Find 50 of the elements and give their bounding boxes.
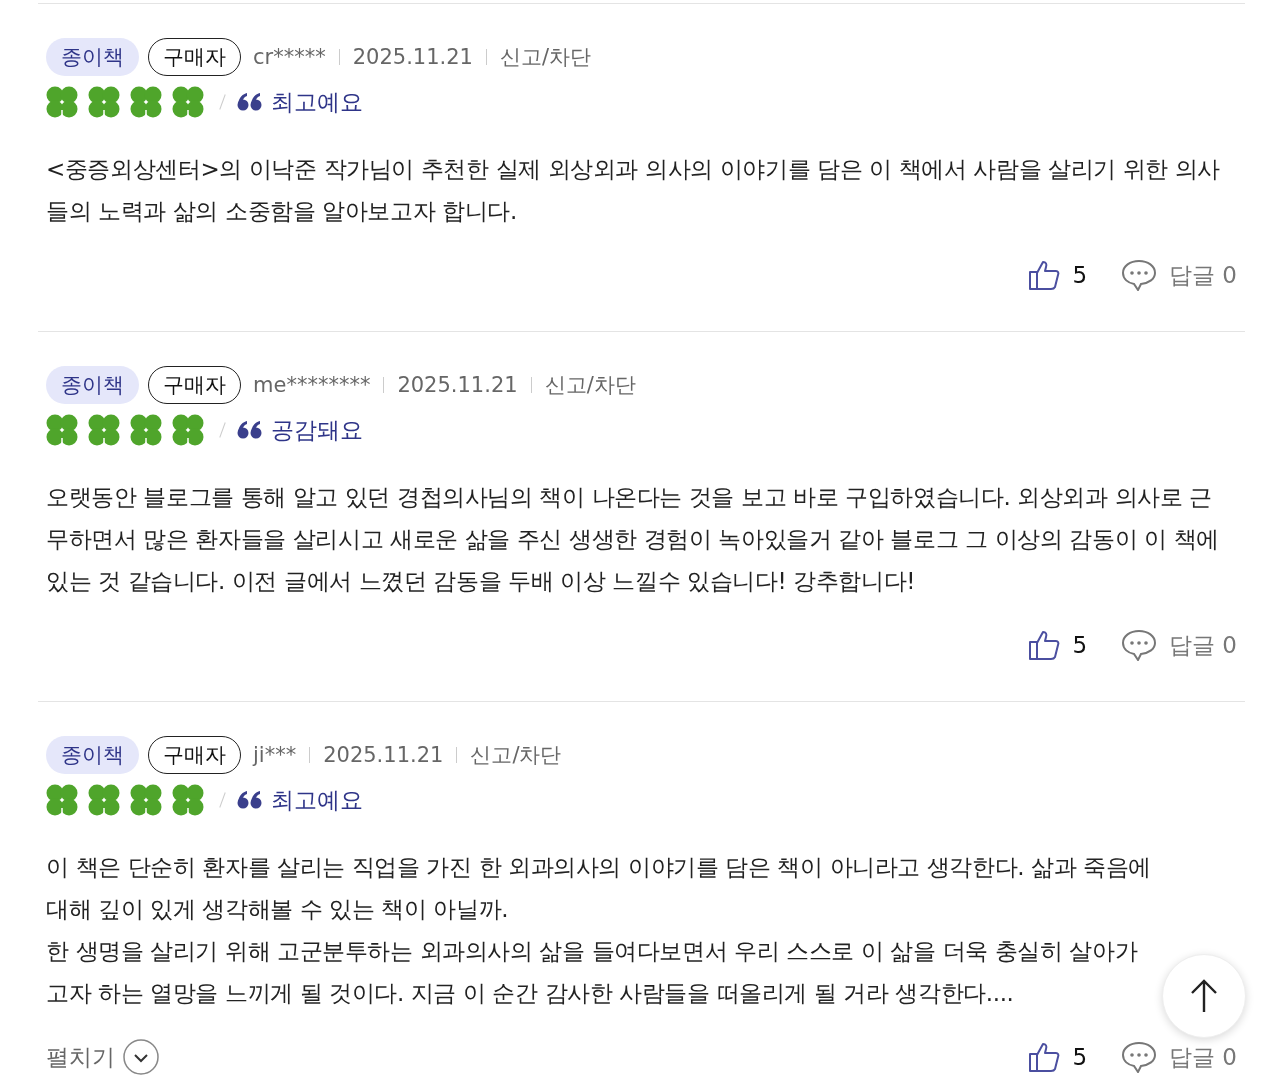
- format-badge: 종이책: [46, 38, 139, 76]
- clover-icon: [130, 414, 162, 446]
- clover-icon: [172, 414, 204, 446]
- scroll-top-button[interactable]: [1162, 954, 1246, 1038]
- reply-button[interactable]: 답글 0: [1121, 1041, 1237, 1073]
- review-date: 2025.11.21: [323, 743, 444, 767]
- report-link[interactable]: 신고/차단: [470, 741, 562, 769]
- quote-icon: [237, 92, 263, 112]
- review-tag: 공감돼요: [271, 414, 363, 446]
- user-id: cr*****: [253, 45, 326, 69]
- review-date: 2025.11.21: [397, 373, 518, 397]
- review-tag: 최고예요: [271, 784, 363, 816]
- chevron-down-icon: [123, 1039, 159, 1075]
- clover-icon: [88, 784, 120, 816]
- user-id: ji***: [253, 743, 297, 767]
- clover-icon: [88, 414, 120, 446]
- clover-icon: [46, 414, 78, 446]
- user-id: me********: [253, 373, 371, 397]
- review-text: 오랫동안 블로그를 통해 알고 있던 경첩의사님의 책이 나온다는 것을 보고 바로 구입하였습니다. 외상외과 의사로 근무하면서 많은 환자들을 살리시고 새로운 삶을 주신 생생한 경험이 녹아있을거 같아 블로그 그 이상의 감동이 이 책에 있는 것 같습니다. 이전 글에서 느꼈던 감동을 두배 이상 느낄수 있습니다! 강추합니다!: [46, 483, 1220, 596]
- expand-button[interactable]: 펼치기: [46, 1039, 159, 1075]
- reply-button[interactable]: 답글 0: [1121, 629, 1237, 661]
- speech-bubble-icon: [1121, 1041, 1158, 1073]
- clover-icon: [172, 86, 204, 118]
- review-text: 이 책은 단순히 환자를 살리는 직업을 가진 한 외과의사의 이야기를 담은 책이 아니라고 생각한다. 삶과 죽음에 대해 깊이 있게 생각해볼 수 있는 책이 아닐까.: [46, 853, 1151, 924]
- like-button[interactable]: 5: [1028, 260, 1088, 290]
- report-link[interactable]: 신고/차단: [544, 371, 636, 399]
- arrow-up-icon: [1189, 978, 1219, 1014]
- clover-icon: [130, 86, 162, 118]
- speech-bubble-icon: [1121, 259, 1158, 291]
- like-button[interactable]: 5: [1028, 1042, 1088, 1072]
- clover-icon: [88, 86, 120, 118]
- review-text: <중증외상센터>의 이낙준 작가님이 추천한 실제 외상외과 의사의 이야기를 담은 이 책에서 사람을 살리기 위한 의사들의 노력과 삶의 소중함을 알아보고자 합니다.: [46, 155, 1222, 226]
- format-badge: 종이책: [46, 366, 139, 404]
- clover-icon: [172, 784, 204, 816]
- review-text: 한 생명을 살리기 위해 고군분투하는 외과의사의 삶을 들여다보면서 우리 스스로 이 삶을 더욱 충실히 살아가고자 하는 열망을 느끼게 될 것이다. 지금 이 순간 감사한 사람들을 떠올리게 될 거라 생각한다....: [46, 937, 1139, 1008]
- thumbs-up-icon: [1028, 1042, 1061, 1072]
- quote-icon: [237, 420, 263, 440]
- reply-button[interactable]: 답글 0: [1121, 259, 1237, 291]
- review-date: 2025.11.21: [352, 45, 473, 69]
- report-link[interactable]: 신고/차단: [499, 43, 591, 71]
- speech-bubble-icon: [1121, 629, 1158, 661]
- format-badge: 종이책: [46, 736, 139, 774]
- like-button[interactable]: 5: [1028, 630, 1088, 660]
- clover-icon: [46, 86, 78, 118]
- thumbs-up-icon: [1028, 260, 1061, 290]
- review-tag: 최고예요: [271, 86, 363, 118]
- clover-icon: [130, 784, 162, 816]
- quote-icon: [237, 790, 263, 810]
- thumbs-up-icon: [1028, 630, 1061, 660]
- clover-icon: [46, 784, 78, 816]
